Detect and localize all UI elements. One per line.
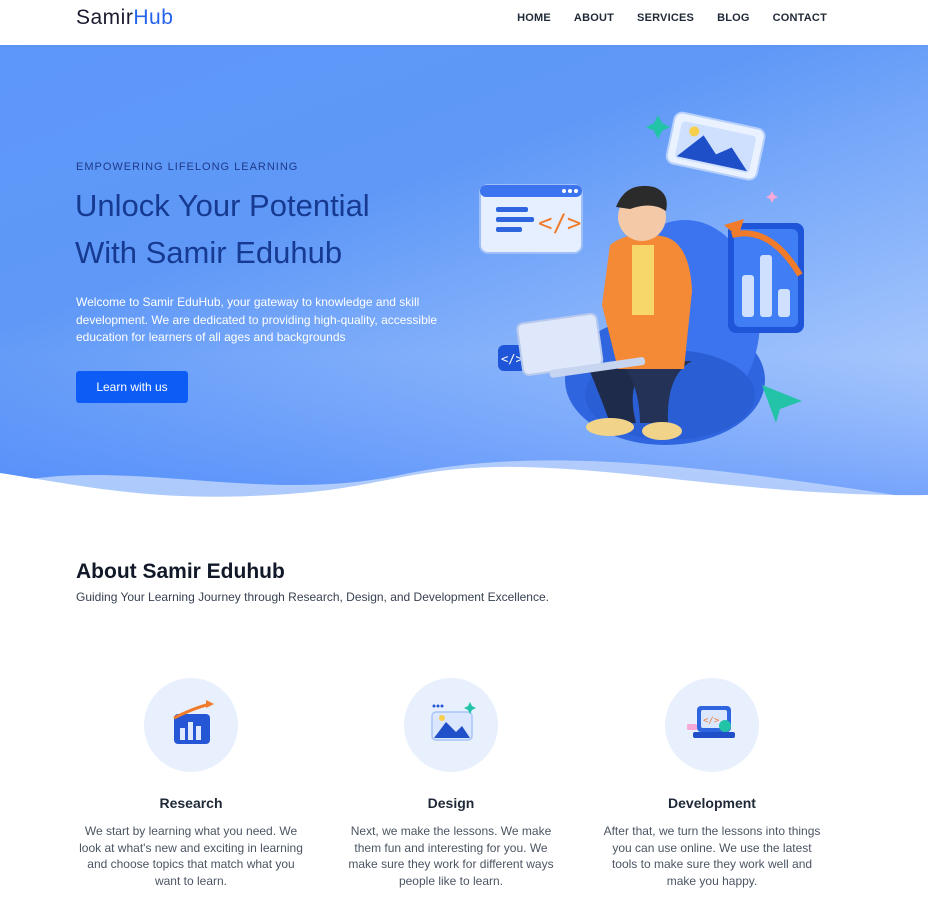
design-description: Next, we make the lessons. We make them … bbox=[348, 824, 554, 888]
research-title: Research bbox=[159, 795, 223, 811]
hero-headline-line2: With Samir Eduhub bbox=[75, 235, 343, 270]
code-laptop-icon: </> bbox=[687, 706, 735, 738]
image-design-icon bbox=[431, 702, 476, 741]
site-header: SamirHub HOME ABOUT SERVICES BLOG CONTAC… bbox=[0, 0, 928, 45]
hero-headline-line1: Unlock Your Potential bbox=[75, 188, 370, 223]
development-icon-circle: </> bbox=[665, 678, 759, 772]
site-logo[interactable]: SamirHub bbox=[76, 6, 173, 30]
growth-chart-icon bbox=[724, 219, 804, 333]
learn-with-us-button[interactable]: Learn with us bbox=[76, 371, 188, 403]
svg-text:</>: </> bbox=[501, 352, 523, 366]
nav-blog[interactable]: BLOG bbox=[717, 12, 750, 24]
hero-wave-divider bbox=[0, 460, 928, 515]
nav-about[interactable]: ABOUT bbox=[574, 12, 614, 24]
hero-headline: Unlock Your Potential With Samir Eduhub bbox=[75, 182, 455, 276]
student-laptop-illustration: </> </> bbox=[479, 111, 804, 445]
card-research: Research We start by learning what you n… bbox=[71, 678, 311, 889]
sparkle-icon bbox=[646, 115, 670, 139]
svg-text:</>: </> bbox=[703, 716, 720, 726]
svg-text:</>: </> bbox=[538, 209, 581, 237]
hero-intro: Welcome to Samir EduHub, your gateway to… bbox=[76, 295, 438, 344]
hero-eyebrow: EMPOWERING LIFELONG LEARNING bbox=[76, 161, 299, 173]
development-title: Development bbox=[668, 795, 756, 811]
nav-services[interactable]: SERVICES bbox=[637, 12, 694, 24]
logo-text-hub: Hub bbox=[133, 6, 174, 29]
main-nav: HOME ABOUT SERVICES BLOG CONTACT bbox=[494, 12, 827, 24]
about-subtitle: Guiding Your Learning Journey through Re… bbox=[76, 590, 549, 604]
card-development: </> Development After that, we turn the … bbox=[592, 678, 832, 889]
design-title: Design bbox=[427, 795, 475, 811]
bar-chart-icon bbox=[173, 700, 214, 744]
about-heading: About Samir Eduhub bbox=[76, 560, 285, 583]
logo-text-samir: Samir bbox=[76, 6, 134, 29]
card-design: Design Next, we make the lessons. We mak… bbox=[331, 678, 571, 889]
nav-home[interactable]: HOME bbox=[517, 12, 551, 24]
nav-contact[interactable]: CONTACT bbox=[773, 12, 827, 24]
hero-section: EMPOWERING LIFELONG LEARNING Unlock Your… bbox=[0, 45, 928, 515]
research-description: We start by learning what you need. We l… bbox=[79, 824, 303, 888]
image-card-icon bbox=[665, 111, 766, 181]
design-icon-circle bbox=[404, 678, 498, 772]
research-icon-circle bbox=[144, 678, 238, 772]
development-description: After that, we turn the lessons into thi… bbox=[603, 824, 821, 888]
paper-plane-icon bbox=[762, 385, 802, 423]
code-window-icon: </> bbox=[479, 184, 583, 254]
